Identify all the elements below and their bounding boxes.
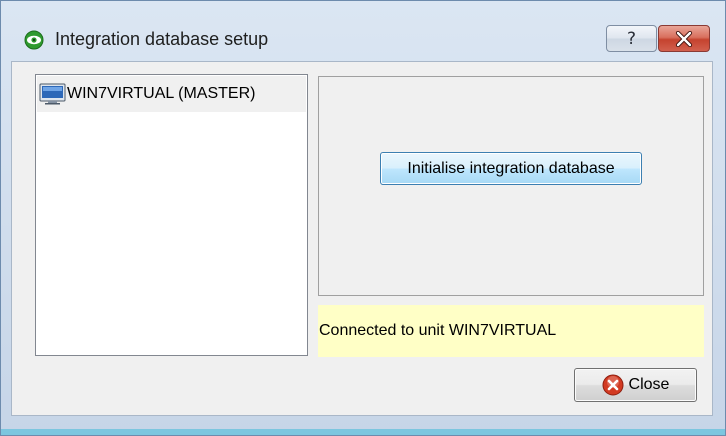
close-icon: [675, 30, 693, 47]
close-circle-icon: [602, 374, 624, 396]
close-button[interactable]: Close: [574, 368, 697, 402]
status-message: Connected to unit WIN7VIRTUAL: [318, 305, 704, 357]
status-text: Connected to unit WIN7VIRTUAL: [319, 322, 557, 339]
dialog-window: Integration database setup ? WIN7VIRTUAL: [0, 0, 726, 436]
help-button[interactable]: ?: [606, 25, 657, 52]
close-button-label: Close: [628, 376, 670, 393]
eye-icon: [24, 30, 44, 50]
computer-icon: [39, 83, 66, 105]
window-close-button[interactable]: [658, 25, 710, 52]
unit-list[interactable]: WIN7VIRTUAL (MASTER): [35, 74, 308, 356]
action-panel: Initialise integration database: [318, 76, 704, 296]
window-bottom-border: [1, 429, 725, 435]
help-icon: ?: [626, 28, 637, 49]
list-item[interactable]: WIN7VIRTUAL (MASTER): [37, 76, 306, 112]
dialog-client-area: WIN7VIRTUAL (MASTER) Initialise integrat…: [11, 61, 713, 416]
initialise-database-button[interactable]: Initialise integration database: [380, 152, 642, 185]
list-item-label: WIN7VIRTUAL (MASTER): [67, 85, 256, 102]
window-title: Integration database setup: [55, 29, 269, 49]
title-bar[interactable]: Integration database setup ?: [1, 1, 725, 61]
